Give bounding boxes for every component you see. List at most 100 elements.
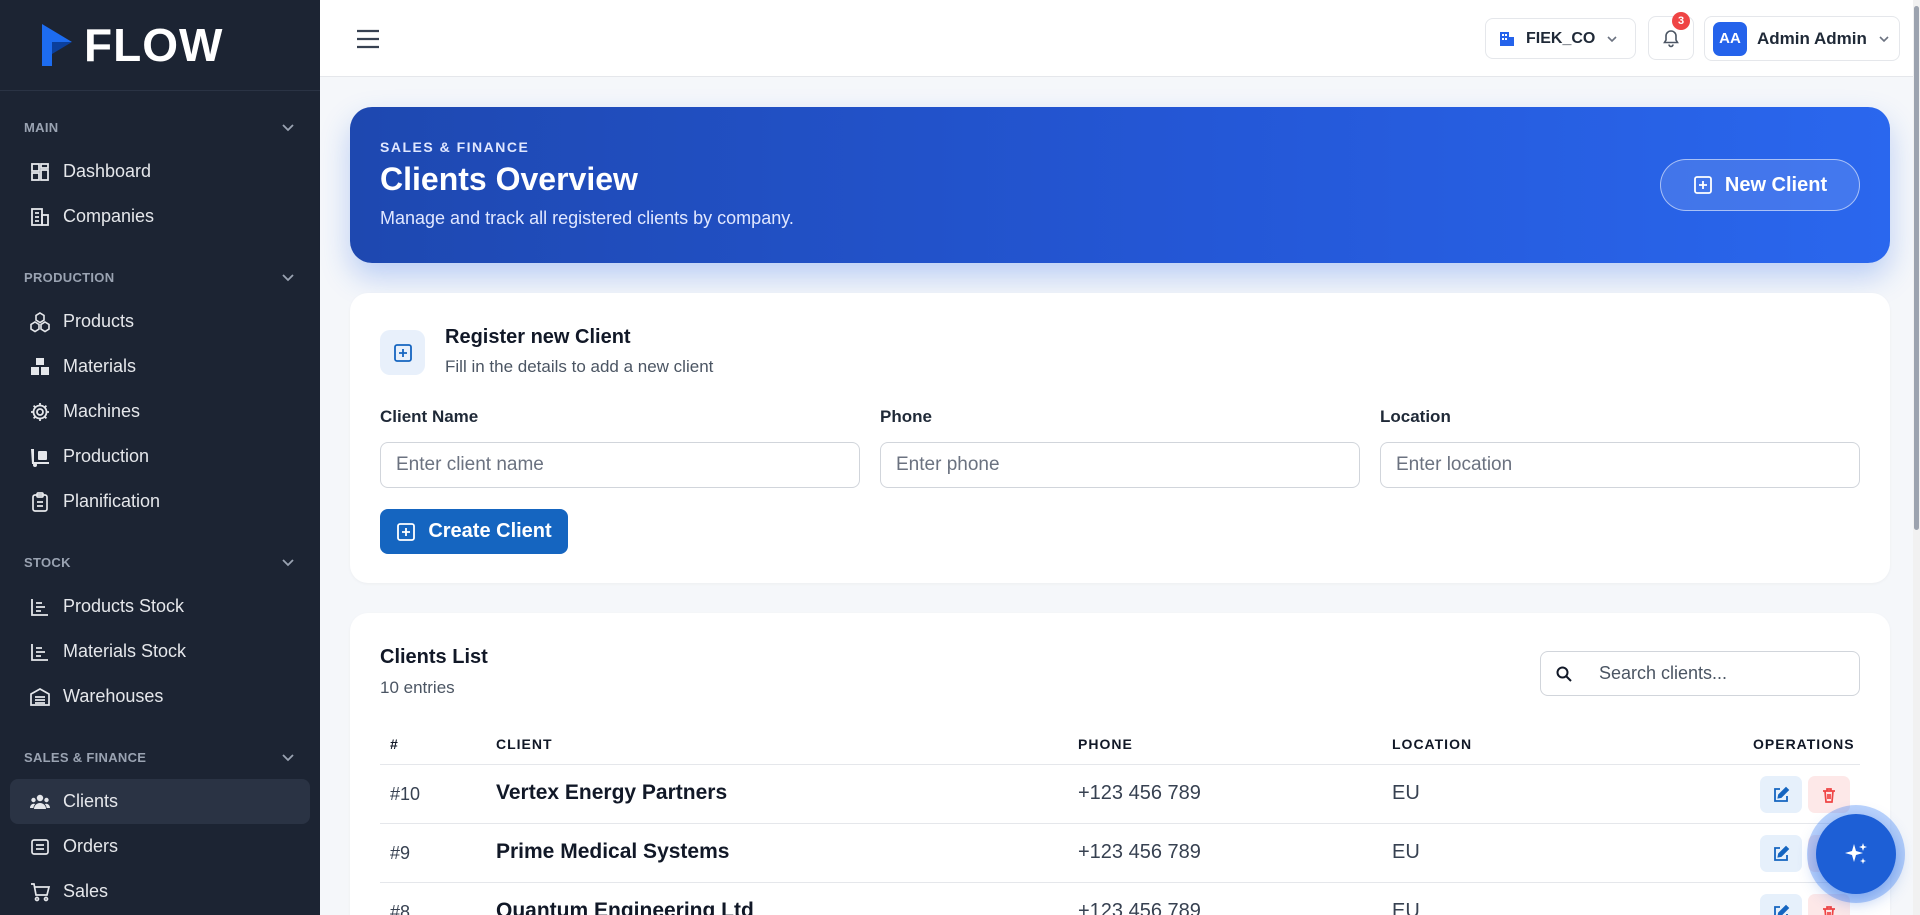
sidebar-item-label: Products [63,311,135,331]
hero-banner: SALES & FINANCE Clients Overview Manage … [350,107,1890,263]
table-row[interactable]: #10 Vertex Energy Partners +123 456 789 … [380,765,1860,824]
row-id: #8 [390,902,411,915]
dolly-icon [31,448,49,467]
trash-icon [1823,787,1835,803]
sidebar-item-sales[interactable]: Sales [10,869,310,914]
hero-kicker: SALES & FINANCE [380,139,530,155]
edit-button[interactable] [1760,776,1802,813]
table-row[interactable]: #8 Quantum Engineering Ltd +123 456 789 … [380,883,1860,915]
chevron-down-icon [282,754,294,762]
row-phone: +123 456 789 [1078,900,1201,915]
sidebar-item-planification[interactable]: Planification [10,479,310,524]
building-icon [1500,31,1514,46]
user-menu[interactable]: AA Admin Admin [1704,16,1900,61]
cart-icon [31,882,51,901]
search-icon [1556,666,1572,682]
column-header-client[interactable]: CLIENT [496,736,553,752]
notifications-button[interactable]: 3 [1648,12,1694,60]
sidebar-item-products[interactable]: Products [10,299,310,344]
ai-assistant-button[interactable] [1807,805,1905,903]
section-title: MAIN [24,119,59,135]
ai-assistant-inner [1816,814,1896,894]
sparkles-icon [1845,843,1867,864]
edit-button[interactable] [1760,894,1802,915]
flow-logo-icon [38,22,76,68]
brand-name: FLOW [84,19,224,71]
plus-square-icon [1693,176,1712,194]
sidebar-item-label: Warehouses [63,686,164,706]
column-header-location[interactable]: LOCATION [1392,736,1472,752]
column-header-id: # [390,736,399,752]
sidebar-item-products-stock[interactable]: Products Stock [10,584,310,629]
section-toggle-sales-finance[interactable]: SALES & FINANCE [10,743,310,771]
sidebar-item-warehouses[interactable]: Warehouses [10,674,310,719]
section-toggle-stock[interactable]: STOCK [10,548,310,576]
section-title: STOCK [24,554,71,570]
register-title: Register new Client [445,326,631,348]
row-id: #10 [390,784,421,804]
cubes-icon [30,311,50,332]
register-subtitle: Fill in the details to add a new client [445,357,714,376]
sidebar-item-label: Products Stock [63,596,185,616]
column-header-phone[interactable]: PHONE [1078,736,1133,752]
brand[interactable]: FLOW [0,0,320,91]
create-client-label: Create Client [428,520,552,542]
chevron-down-icon [1607,35,1617,42]
sidebar-item-machines[interactable]: Machines [10,389,310,434]
sidebar-item-orders[interactable]: Orders [10,824,310,869]
create-client-button[interactable]: Create Client [380,509,568,554]
search-input[interactable] [1599,652,1849,695]
hamburger-menu-icon[interactable] [356,28,380,50]
company-name: FIEK_CO [1526,29,1596,47]
page-scrollbar-thumb[interactable] [1914,6,1919,530]
topbar: FIEK_CO 3 AA Admin Admin [320,0,1920,77]
clipboard-icon [32,491,48,512]
row-phone: +123 456 789 [1078,782,1201,804]
users-icon [30,794,50,809]
location-input[interactable] [1380,442,1860,488]
location-label: Location [1380,407,1451,426]
section-toggle-production[interactable]: PRODUCTION [10,263,310,291]
avatar: AA [1713,21,1747,56]
sidebar-item-materials-stock[interactable]: Materials Stock [10,629,310,674]
bar-chart-icon [31,598,48,616]
row-client: Vertex Energy Partners [496,781,728,804]
plus-square-icon [380,330,425,375]
bell-icon [1663,30,1679,48]
sidebar-item-production[interactable]: Production [10,434,310,479]
sidebar-item-clients[interactable]: Clients [10,779,310,824]
chevron-down-icon [1879,35,1889,42]
company-selector[interactable]: FIEK_CO [1485,18,1636,59]
sidebar-item-dashboard[interactable]: Dashboard [10,149,310,194]
sidebar-item-label: Materials [63,356,137,376]
section-title: PRODUCTION [24,269,115,285]
client-name-input[interactable] [380,442,860,488]
phone-input[interactable] [880,442,1360,488]
plus-square-icon [397,522,416,541]
sidebar-item-companies[interactable]: Companies [10,194,310,239]
table-row[interactable]: #9 Prime Medical Systems +123 456 789 EU [380,824,1860,883]
sidebar-item-label: Sales [63,881,109,901]
row-phone: +123 456 789 [1078,841,1201,863]
chevron-down-icon [282,559,294,567]
nav-section-stock: STOCK Products Stock Materials Stock War… [0,548,320,719]
row-location: EU [1392,900,1420,915]
list-icon [31,838,49,855]
row-id: #9 [390,843,411,863]
sidebar-item-label: Materials Stock [63,641,187,661]
sidebar-item-label: Production [63,446,150,466]
bar-chart-icon [31,643,48,661]
sidebar: FLOW MAIN Dashboard Companies PRODUCTION… [0,0,320,915]
section-toggle-main[interactable]: MAIN [10,113,310,141]
edit-button[interactable] [1760,835,1802,872]
notification-badge: 3 [1672,12,1690,30]
client-name-label: Client Name [380,407,479,426]
edit-icon [1774,845,1790,861]
sidebar-item-materials[interactable]: Materials [10,344,310,389]
row-location: EU [1392,841,1420,863]
sidebar-item-label: Companies [63,206,155,226]
phone-label: Phone [880,407,932,426]
new-client-button[interactable]: New Client [1660,159,1860,211]
list-title: Clients List [380,646,488,668]
clients-list-card: Clients List 10 entries # CLIENT PHONE L… [350,613,1890,915]
